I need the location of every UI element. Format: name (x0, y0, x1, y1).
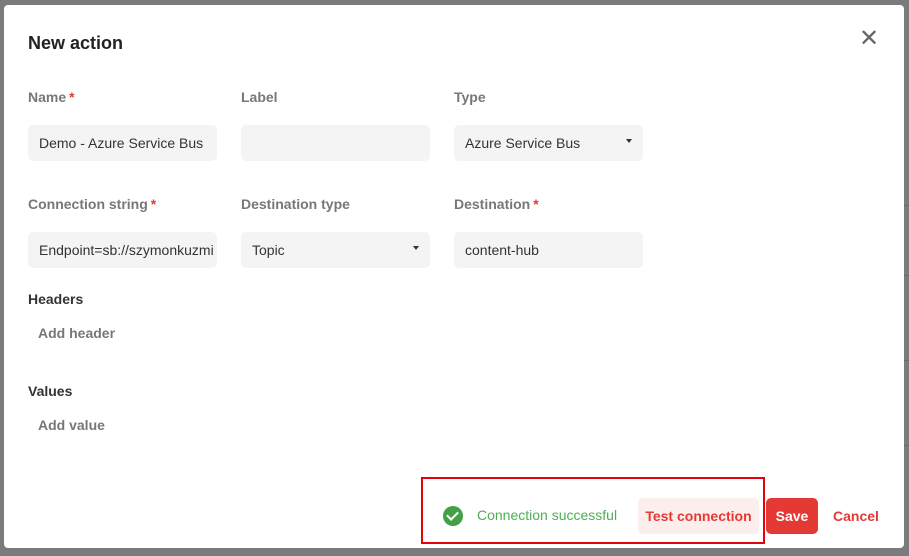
type-select[interactable]: Azure Service Bus (454, 125, 643, 161)
name-field: Name * Demo - Azure Service Bus (28, 89, 217, 161)
destination-type-value: Topic (252, 242, 285, 258)
add-header-button[interactable]: Add header (38, 325, 115, 341)
destination-field: Destination * content-hub (454, 196, 643, 268)
save-button[interactable]: Save (766, 498, 818, 534)
caret-down-icon (413, 246, 419, 250)
headers-title: Headers (28, 291, 84, 307)
connection-string-input[interactable]: Endpoint=sb://szymonkuzmi (28, 232, 217, 268)
dialog-title: New action (28, 33, 124, 53)
connection-string-field: Connection string * Endpoint=sb://szymonk… (28, 196, 217, 268)
connection-string-label: Connection string (28, 196, 148, 212)
check-circle-icon (443, 506, 463, 526)
name-input[interactable]: Demo - Azure Service Bus (28, 125, 217, 161)
required-mark: * (69, 89, 75, 105)
label-field: Label (241, 89, 430, 161)
required-mark: * (150, 196, 157, 212)
required-mark: * (533, 196, 539, 212)
test-connection-button[interactable]: Test connection (638, 498, 759, 534)
name-label: Name (28, 89, 67, 105)
destination-type-select[interactable]: Topic (241, 232, 430, 268)
close-icon[interactable]: ✕ (859, 27, 879, 51)
cancel-button[interactable]: Cancel (828, 498, 884, 534)
destination-type-label: Destination type (241, 196, 350, 212)
values-title: Values (28, 383, 73, 399)
type-value: Azure Service Bus (465, 135, 581, 151)
add-value-button[interactable]: Add value (38, 417, 105, 433)
label-input[interactable] (241, 125, 430, 161)
destination-label: Destination (454, 196, 531, 212)
new-action-dialog: New action ✕ Name * Demo - Azure Service … (4, 5, 904, 548)
caret-down-icon (626, 139, 632, 143)
type-label: Type (454, 89, 486, 105)
label-label: Label (241, 89, 278, 105)
connection-status: Connection successful (477, 507, 618, 523)
destination-input[interactable]: content-hub (454, 232, 643, 268)
destination-type-field: Destination type Topic (241, 196, 430, 268)
type-field: Type Azure Service Bus (454, 89, 643, 161)
